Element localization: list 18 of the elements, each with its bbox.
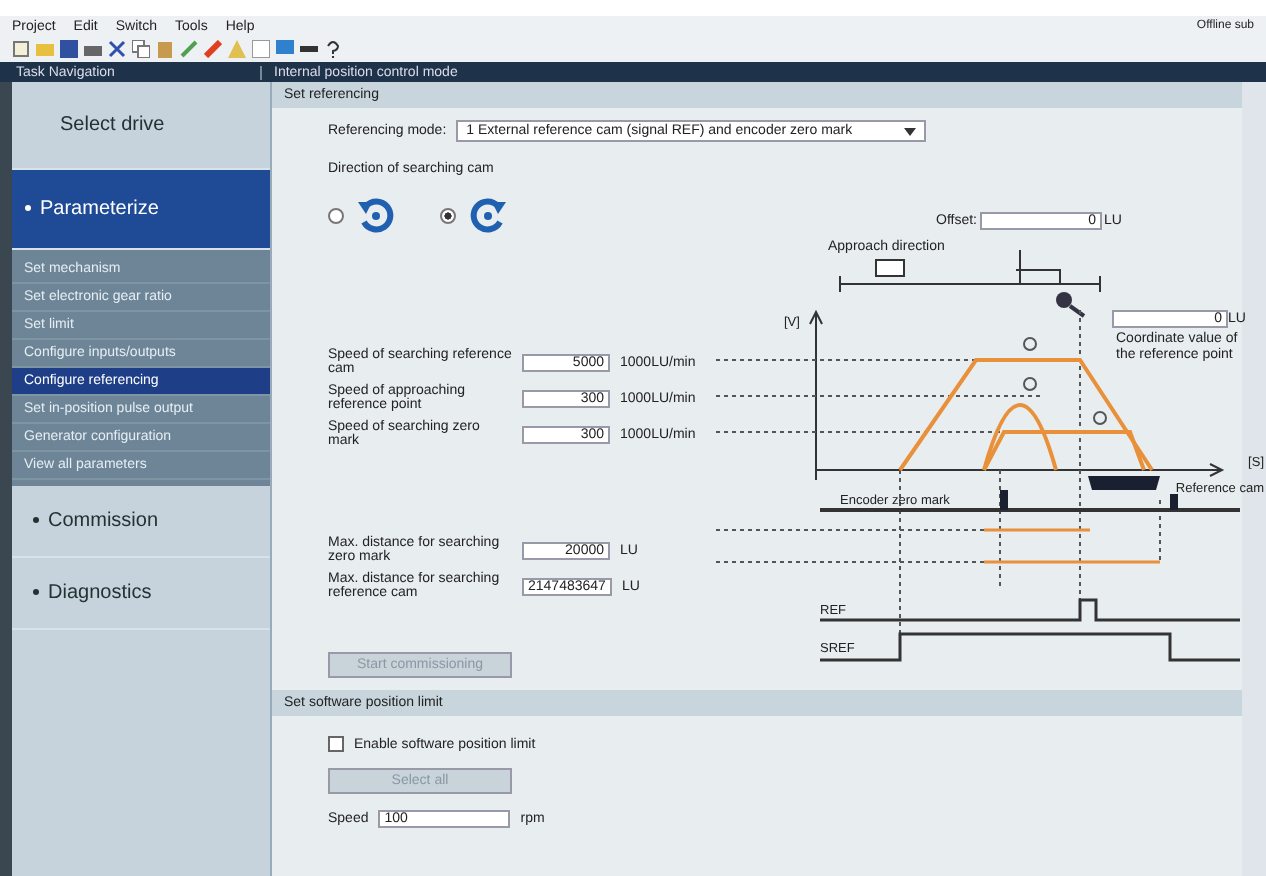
bullet-icon <box>32 588 40 597</box>
counterclockwise-icon <box>356 196 396 236</box>
scrollbar[interactable] <box>1242 82 1266 876</box>
eraser-icon[interactable] <box>204 40 222 58</box>
nav-item[interactable]: Parameterize <box>12 170 270 250</box>
copy-icon[interactable] <box>132 40 150 58</box>
help-icon[interactable] <box>324 40 342 58</box>
new-file-icon[interactable] <box>12 40 30 58</box>
radio-button[interactable] <box>440 208 456 224</box>
radio-button[interactable] <box>328 208 344 224</box>
dropdown-arrow-icon <box>904 127 917 135</box>
minus-icon[interactable] <box>300 40 318 58</box>
bullet-icon <box>24 204 32 213</box>
bullet-icon <box>32 516 40 525</box>
cut-icon[interactable] <box>108 40 126 58</box>
clockwise-icon <box>468 196 508 236</box>
checkbox[interactable] <box>328 736 344 752</box>
pencil-icon[interactable] <box>180 40 198 58</box>
